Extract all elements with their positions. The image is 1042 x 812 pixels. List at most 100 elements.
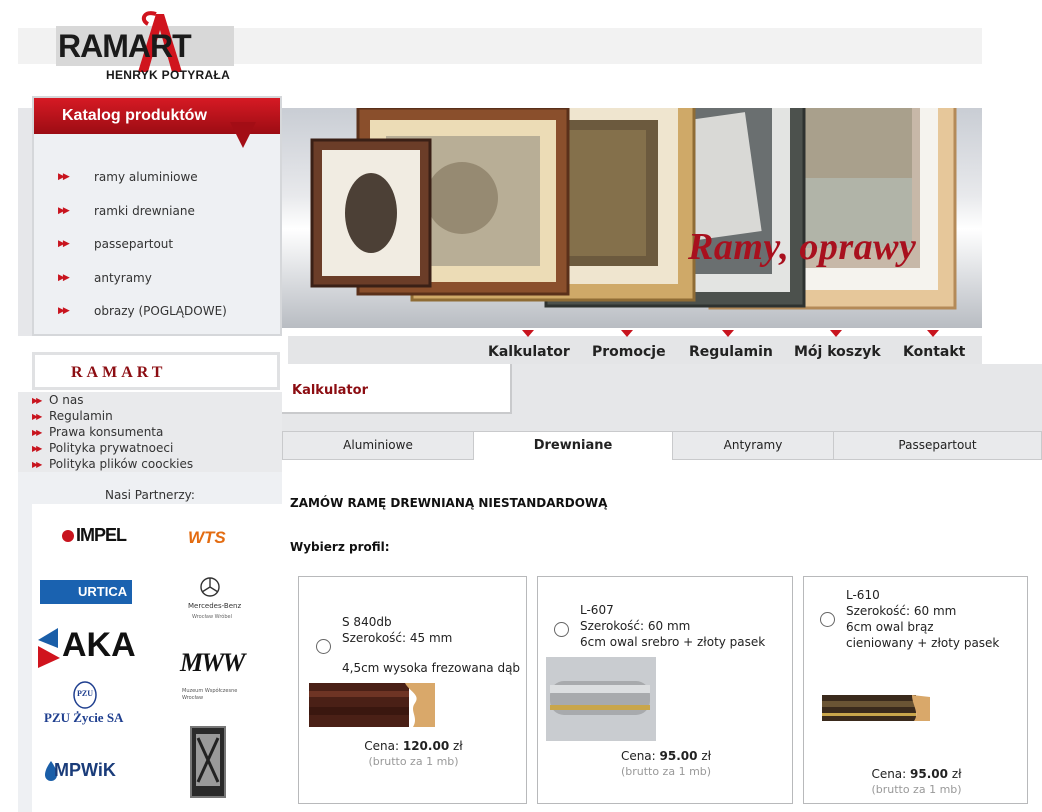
nav-promocje[interactable]: Promocje [592, 330, 668, 366]
double-arrow-icon: ▶▶ [58, 172, 70, 182]
double-arrow-icon: ▶▶ [58, 306, 70, 316]
nav-label: Mój koszyk [794, 344, 881, 360]
catalog-item-label: ramy aluminiowe [94, 170, 198, 184]
product-width: Szerokość: 60 mm [846, 604, 957, 618]
profile-radio[interactable] [554, 622, 569, 637]
partner-logo-mww[interactable]: MWW Muzeum Współczesne Wrocław [180, 648, 250, 702]
section-title: Kalkulator [292, 383, 368, 398]
double-arrow-icon: ▶▶ [32, 395, 42, 405]
info-link-label: Polityka prywatnoeci [49, 441, 174, 455]
product-description: 6cm owal brąz [846, 620, 934, 634]
profile-radio[interactable] [820, 612, 835, 627]
info-link-polityka-prywatnosci[interactable]: ▶▶ Polityka prywatnoeci [32, 440, 173, 456]
catalog-item-label: ramki drewniane [94, 204, 195, 218]
info-link-regulamin[interactable]: ▶▶ Regulamin [32, 408, 113, 424]
profile-radio[interactable] [316, 639, 331, 654]
catalog-item-ramy-aluminiowe[interactable]: ▶▶ ramy aluminiowe [58, 167, 198, 187]
nav-kalkulator[interactable]: Kalkulator [488, 330, 570, 366]
partner-logo-text: AKA [62, 626, 136, 664]
nav-marker-icon [621, 330, 633, 337]
partners-section: Nasi Partnerzy: IMPEL WTS URTICA Mercede… [18, 472, 282, 812]
tab-drewniane[interactable]: Drewniane [473, 431, 673, 460]
catalog-item-ramki-drewniane[interactable]: ▶▶ ramki drewniane [58, 201, 195, 221]
product-profile-image [546, 657, 656, 741]
price-note: (brutto za 1 mb) [871, 783, 962, 796]
price-currency: zł [453, 739, 463, 753]
catalog-item-label: obrazy (POGLĄDOWE) [94, 304, 227, 318]
partner-logo-city-emblem[interactable] [190, 726, 226, 798]
partner-caption: Mercedes-Benz [188, 602, 242, 610]
catalog-item-label: passepartout [94, 237, 174, 251]
nav-marker-icon [927, 330, 939, 337]
partner-logo-wts[interactable]: WTS [188, 522, 226, 554]
catalog-item-passepartout[interactable]: ▶▶ passepartout [58, 234, 173, 254]
price-currency: zł [951, 767, 962, 781]
double-arrow-icon: ▶▶ [32, 427, 42, 437]
partner-logo-urtica[interactable]: URTICA [40, 580, 132, 604]
partner-logo-text: MWW [180, 648, 245, 677]
product-code: L-610 [846, 588, 880, 602]
nav-label: Kontakt [903, 344, 966, 360]
price-currency: zł [701, 749, 712, 763]
partners-title: Nasi Partnerzy: [105, 488, 195, 502]
tab-aluminiowe[interactable]: Aluminiowe [282, 431, 474, 460]
partners-grid: IMPEL WTS URTICA Mercedes-Benz Wrocław W… [32, 504, 282, 812]
product-price: Cena: 95.00 zł [804, 767, 1029, 781]
partner-logo-text: PZU Życie SA [44, 710, 124, 725]
info-link-polityka-cookies[interactable]: ▶▶ Polityka plików coockies [32, 456, 193, 472]
product-card-l610[interactable]: L-610 Szerokość: 60 mm 6cm owal brąz cie… [803, 576, 1028, 804]
info-link-prawa-konsumenta[interactable]: ▶▶ Prawa konsumenta [32, 424, 163, 440]
product-description: 4,5cm wysoka frezowana dąb [342, 661, 521, 675]
partner-logo-mpwik[interactable]: MPWiK [44, 758, 144, 788]
section-tab-kalkulator: Kalkulator [282, 364, 512, 414]
product-price: Cena: 120.00 zł [299, 739, 528, 753]
info-link-label: O nas [49, 393, 84, 407]
partner-logo-impel[interactable]: IMPEL [60, 524, 140, 548]
product-code: L-607 [580, 603, 614, 617]
double-arrow-icon: ▶▶ [58, 206, 70, 216]
choose-profile-label: Wybierz profil: [290, 540, 390, 554]
ramart-header-box: RAMART [32, 352, 280, 390]
double-arrow-icon: ▶▶ [58, 239, 70, 249]
tab-passepartout[interactable]: Passepartout [833, 431, 1042, 460]
info-links: ▶▶ O nas ▶▶ Regulamin ▶▶ Prawa konsument… [18, 392, 282, 472]
product-card-l607[interactable]: L-607 Szerokość: 60 mm 6cm owal srebro +… [537, 576, 793, 804]
price-label: Cena: [620, 749, 656, 763]
product-profile-image [309, 683, 435, 727]
price-value: 95.00 [659, 749, 698, 763]
partner-logo-mercedes[interactable]: Mercedes-Benz Wrocław Wróbel [182, 576, 242, 628]
double-arrow-icon: ▶▶ [32, 411, 42, 421]
info-link-label: Prawa konsumenta [49, 425, 164, 439]
nav-regulamin[interactable]: Regulamin [689, 330, 773, 366]
site-logo[interactable]: RAMART HENRYK POTYRAŁA [56, 10, 236, 86]
product-width: Szerokość: 45 mm [342, 631, 453, 645]
catalog-item-obrazy[interactable]: ▶▶ obrazy (POGLĄDOWE) [58, 301, 227, 321]
partner-logo-aka[interactable]: AKA [38, 626, 138, 670]
banner-frames-image [310, 108, 957, 310]
catalog-item-antyramy[interactable]: ▶▶ antyramy [58, 268, 152, 288]
frame-type-tabs: Aluminiowe Drewniane Antyramy Passeparto… [282, 431, 1042, 460]
price-value: 120.00 [402, 739, 450, 753]
double-arrow-icon: ▶▶ [58, 273, 70, 283]
info-link-o-nas[interactable]: ▶▶ O nas [32, 392, 83, 408]
nav-kontakt[interactable]: Kontakt [903, 330, 969, 366]
nav-moj-koszyk[interactable]: Mój koszyk [794, 330, 882, 366]
info-link-label: Regulamin [49, 409, 113, 423]
nav-label: Kalkulator [488, 344, 570, 360]
product-card-s840db[interactable]: S 840db Szerokość: 45 mm 4,5cm wysoka fr… [298, 576, 527, 804]
ramart-title: RAMART [71, 364, 167, 381]
product-profile-image [822, 695, 930, 721]
partner-logo-text: MPWiK [54, 760, 116, 780]
partner-caption-sub: Wrocław Wróbel [192, 614, 232, 620]
catalog-header-arrow [230, 122, 256, 148]
tab-antyramy[interactable]: Antyramy [672, 431, 834, 460]
product-width: Szerokość: 60 mm [580, 619, 691, 633]
top-navigation: Kalkulator Promocje Regulamin Mój koszyk… [288, 330, 982, 366]
catalog-title: Katalog produktów [62, 107, 207, 124]
partner-caption-sub: Muzeum Współczesne Wrocław [182, 688, 238, 701]
nav-marker-icon [722, 330, 734, 337]
city-emblem-icon [196, 734, 220, 786]
partner-logo-pzu[interactable]: PZU PZU Życie SA [42, 680, 134, 728]
page-heading: ZAMÓW RAMĘ DREWNIANĄ NIESTANDARDOWĄ [290, 496, 608, 510]
double-arrow-icon: ▶▶ [32, 443, 42, 453]
